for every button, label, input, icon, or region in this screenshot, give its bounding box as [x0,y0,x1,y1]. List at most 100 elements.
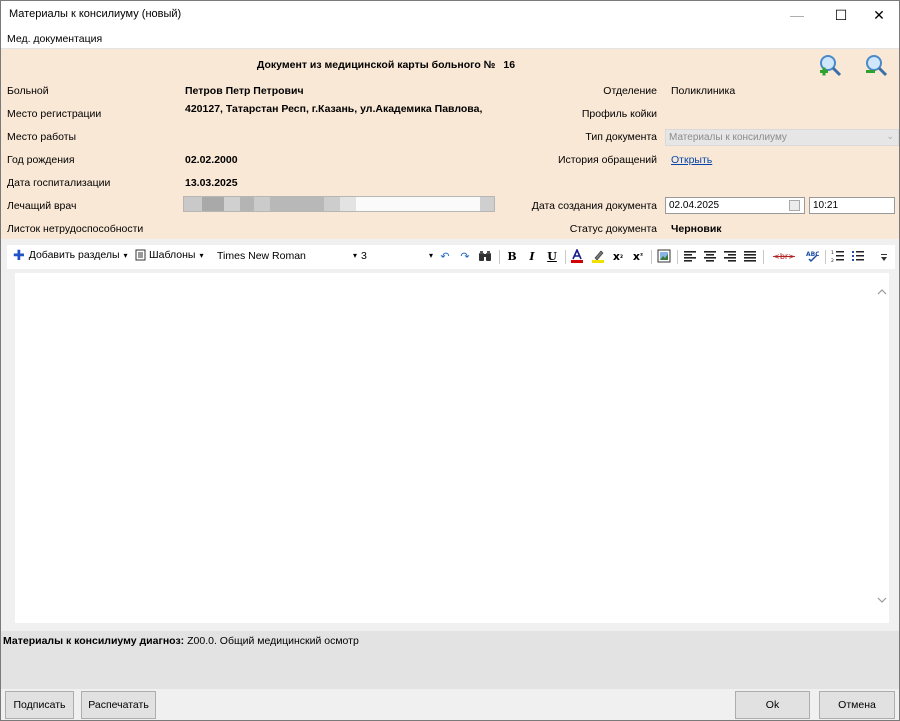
doc-type-select: Материалы к консилиуму ⌄ [665,129,899,146]
department-value: Поликлиника [671,85,736,97]
blurred-segment [254,197,270,211]
editor-scrollbar[interactable] [875,273,889,623]
status-label: Статус документа [569,223,657,235]
editor-toolbar: ✚ Добавить разделы ▾ Шаблоны ▾ Times New… [7,245,895,269]
blurred-segment [356,197,480,211]
created-date-input[interactable]: 02.04.2025 [665,197,805,214]
attending-doctor-field[interactable] [183,196,495,212]
registration-label: Место регистрации [7,108,102,120]
remove-line-breaks-icon[interactable]: <br> [769,249,799,263]
birth-date-label: Год рождения [7,154,75,166]
title-bar: Материалы к консилиуму (новый) — ☐ ✕ [1,1,899,29]
align-center-icon[interactable] [703,249,717,263]
dropdown-arrow-icon: ▾ [199,250,204,260]
document-icon [135,249,146,261]
menu-item-med-docs[interactable]: Мед. документация [7,33,102,45]
spellcheck-icon[interactable]: ABC [805,249,819,263]
minimize-button[interactable]: — [775,1,819,29]
numbered-list-icon[interactable]: 1 2 [831,249,845,263]
document-title-text: Документ из медицинской карты больного № [256,59,496,71]
bold-button[interactable]: B [505,249,519,263]
svg-text:ABC: ABC [806,251,819,258]
department-label: Отделение [603,85,657,97]
blurred-segment [480,197,494,211]
document-title: Документ из медицинской карты больного №… [1,59,771,71]
binoculars-icon[interactable] [478,249,492,263]
toolbar-separator [499,250,500,264]
templates-button[interactable]: Шаблоны ▾ [135,249,203,261]
image-icon[interactable] [657,249,671,263]
workplace-label: Место работы [7,131,77,143]
align-left-icon[interactable] [683,249,697,263]
calendar-icon[interactable] [789,200,800,211]
sick-leave-label: Листок нетрудоспособности [7,223,144,235]
doc-type-value: Материалы к консилиуму [669,132,787,143]
scroll-up-icon[interactable] [877,287,887,297]
subscript-icon[interactable]: x₂ [611,249,625,263]
birth-date-value: 02.02.2000 [185,154,238,166]
dropdown-arrow-icon: ▾ [123,250,128,260]
blurred-segment [324,197,340,211]
registration-value: 420127, Татарстан Респ, г.Казань, ул.Ака… [185,103,483,115]
font-color-icon[interactable] [570,249,584,263]
menu-bar: Мед. документация [1,29,899,49]
dialog-window: Материалы к консилиуму (новый) — ☐ ✕ Мед… [0,0,900,721]
superscript-icon[interactable]: x² [631,249,645,263]
close-button[interactable]: ✕ [857,1,900,29]
cancel-button[interactable]: Отмена [819,691,895,719]
font-family-select[interactable]: Times New Roman ▾ [215,248,359,265]
editor-area[interactable] [15,273,875,623]
align-right-icon[interactable] [723,249,737,263]
history-label: История обращений [557,154,657,166]
print-button[interactable]: Распечатать [81,691,156,719]
zoom-in-icon[interactable] [817,53,843,79]
undo-icon[interactable]: ↶ [438,249,452,263]
align-justify-icon[interactable] [743,249,757,263]
toolbar-separator [763,250,764,264]
status-value: Черновик [671,223,722,235]
blurred-segment [224,197,240,211]
created-time-input[interactable]: 10:21 [809,197,895,214]
hospitalization-date-value: 13.03.2025 [185,177,238,189]
hospitalization-date-label: Дата госпитализации [7,177,111,189]
attending-doctor-label: Лечащий врач [7,200,77,212]
font-family-value: Times New Roman [217,250,306,262]
highlight-color-icon[interactable] [591,249,605,263]
patient-value: Петров Петр Петрович [185,85,304,97]
scroll-down-icon[interactable] [877,595,887,605]
blurred-segment [202,197,224,211]
font-size-select[interactable]: 3 ▾ [359,248,435,265]
toolbar-overflow-icon[interactable] [879,253,889,263]
document-number: 16 [503,59,516,71]
blurred-segment [184,197,202,211]
add-sections-button[interactable]: ✚ Добавить разделы ▾ [13,247,128,263]
sign-button[interactable]: Подписать [5,691,74,719]
toolbar-separator [825,250,826,264]
add-sections-label: Добавить разделы [28,249,120,261]
font-size-value: 3 [361,250,367,262]
diagnosis-value: Z00.0. Общий медицинский осмотр [187,635,359,647]
history-open-link[interactable]: Открыть [671,154,712,166]
document-header: Документ из медицинской карты больного №… [1,49,899,239]
created-time-value: 10:21 [813,200,839,211]
dropdown-arrow-icon: ▾ [352,251,357,260]
diagnosis-text: Материалы к консилиуму диагноз: Z00.0. О… [3,635,359,647]
toolbar-separator [651,250,652,264]
svg-text:2: 2 [831,258,834,263]
blurred-segment [240,197,254,211]
ok-button[interactable]: Ok [735,691,810,719]
underline-button[interactable]: U [545,249,559,263]
created-date-value: 02.04.2025 [669,200,720,211]
diagnosis-panel: Материалы к консилиуму диагноз: Z00.0. О… [1,631,899,689]
plus-icon: ✚ [13,247,25,263]
zoom-out-icon[interactable] [863,53,889,79]
toolbar-separator [565,250,566,264]
chevron-down-icon: ⌄ [886,131,894,141]
italic-button[interactable]: I [525,249,539,263]
bullet-list-icon[interactable] [851,249,865,263]
blurred-segment [340,197,356,211]
created-date-label: Дата создания документа [531,200,657,212]
toolbar-separator [677,250,678,264]
svg-text:1: 1 [831,250,834,256]
redo-icon[interactable]: ↷ [458,249,472,263]
